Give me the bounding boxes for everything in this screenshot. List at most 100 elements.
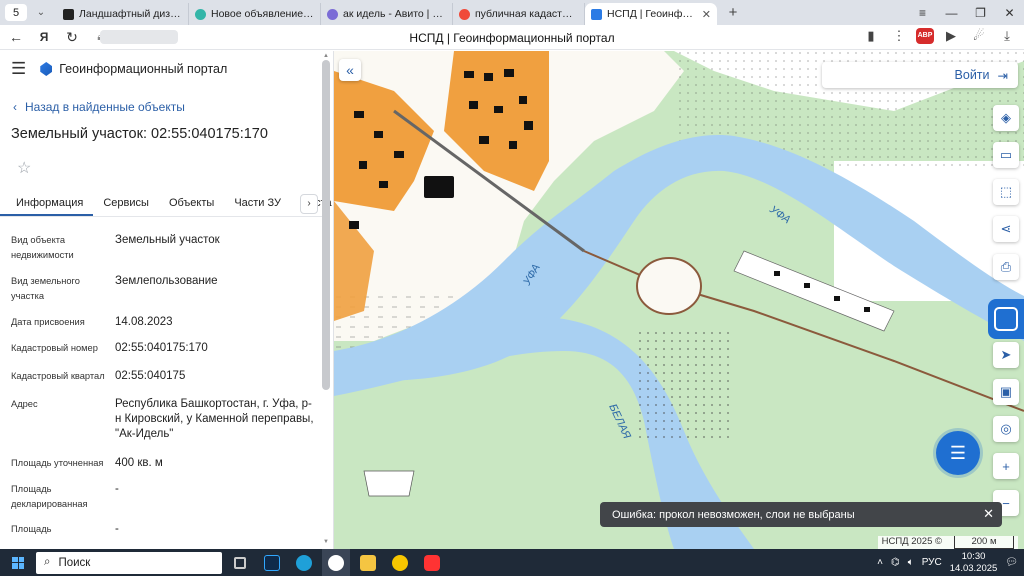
scroll-up-icon[interactable]: ▲ xyxy=(323,53,329,59)
close-toast-icon[interactable]: ✕ xyxy=(983,506,994,522)
browser-tab[interactable]: публичная кадастровая xyxy=(453,3,585,25)
panel-scrollbar[interactable] xyxy=(322,60,330,390)
taskbar-search[interactable]: ⌕ Поиск xyxy=(36,551,222,574)
login-label: Войти xyxy=(954,68,990,82)
map-canvas: УФА УФА БЕЛАЯ xyxy=(334,51,1024,549)
property-key: Площадь xyxy=(11,524,52,534)
yandex-browser-icon[interactable] xyxy=(322,549,350,576)
minimap-icon[interactable]: ▣ xyxy=(993,379,1019,405)
zoom-in-icon[interactable]: + xyxy=(993,453,1019,479)
tab-services[interactable]: Сервисы xyxy=(93,191,159,216)
windows-start-icon[interactable] xyxy=(12,556,24,569)
browser-tab[interactable]: ак идель - Авито | Объяв xyxy=(321,3,453,25)
scale-bar: 200 м xyxy=(954,536,1014,549)
select-area-icon[interactable]: ⬚ xyxy=(993,179,1019,205)
roundabout xyxy=(636,257,702,315)
geolocation-icon[interactable]: ◎ xyxy=(993,416,1019,442)
layers-icon[interactable]: ◈ xyxy=(993,105,1019,131)
tab-parts[interactable]: Части ЗУ xyxy=(224,191,291,216)
close-window-icon[interactable]: ✕ xyxy=(995,6,1024,20)
object-info-panel: ☰ Геоинформационный портал ‹ Назад в най… xyxy=(0,51,334,549)
scroll-down-icon[interactable]: ▼ xyxy=(323,539,329,545)
tab-list-dropdown-icon[interactable]: ⌄ xyxy=(33,7,49,18)
property-key: Кадастровый номер xyxy=(11,343,98,353)
property-row: Вид земельного участка Землепользование xyxy=(11,274,317,304)
collapse-panel-icon[interactable]: « xyxy=(339,59,361,81)
hamburger-menu-icon[interactable]: ☰ xyxy=(11,59,26,79)
locate-icon[interactable]: ➤ xyxy=(993,342,1019,368)
close-tab-icon[interactable]: ✕ xyxy=(702,8,711,21)
media-icon[interactable]: ▶ xyxy=(940,28,962,44)
ruler-icon[interactable]: ▭ xyxy=(993,142,1019,168)
copyright-text: НСПД 2025 © xyxy=(881,536,942,547)
portal-logo-icon xyxy=(40,62,53,76)
tab-objects[interactable]: Объекты xyxy=(159,191,224,216)
panel-header: ☰ Геоинформационный портал xyxy=(0,51,333,87)
property-key: Дата присвоения xyxy=(11,317,85,327)
tab-info[interactable]: Информация xyxy=(0,191,94,216)
tray-chevron-icon[interactable]: ˄ xyxy=(877,557,883,568)
map-attribution: НСПД 2025 © 200 м xyxy=(877,536,1018,549)
browser-tab-active[interactable]: НСПД | Геоинформаци ✕ xyxy=(585,3,717,25)
download-icon[interactable]: ⤓ xyxy=(996,28,1018,44)
file-explorer-icon[interactable] xyxy=(354,549,382,576)
garden-plots xyxy=(639,331,729,441)
tab-favicon xyxy=(195,8,206,20)
restore-icon[interactable]: ❐ xyxy=(966,6,995,20)
beeline-icon[interactable] xyxy=(386,549,414,576)
tab-count-button[interactable]: 5 xyxy=(5,4,27,21)
back-to-results-link[interactable]: ‹ Назад в найденные объекты xyxy=(13,100,333,114)
tab-label: НСПД | Геоинформаци xyxy=(607,8,697,20)
new-tab-icon[interactable]: + xyxy=(723,4,743,21)
login-button[interactable]: Войти ⇥ xyxy=(822,62,1018,88)
property-value: Земельный участок xyxy=(115,234,220,246)
property-key: Кадастровый квартал xyxy=(11,371,105,381)
edge-icon[interactable] xyxy=(290,549,318,576)
browser-tab[interactable]: Новое объявление — Об xyxy=(189,3,321,25)
property-value: 400 кв. м xyxy=(115,457,163,469)
property-value: 14.08.2023 xyxy=(115,316,173,328)
language-indicator[interactable]: РУС xyxy=(922,557,942,568)
notifications-icon[interactable]: 💬︎ xyxy=(1005,557,1018,568)
property-row: Вид объекта недвижимости Земельный участ… xyxy=(11,233,317,263)
favorite-star-icon[interactable]: ☆ xyxy=(17,158,333,178)
task-view-icon[interactable] xyxy=(226,549,254,576)
property-row: Кадастровый квартал 02:55:040175 xyxy=(11,369,317,384)
clock-time: 10:30 xyxy=(961,550,986,562)
chat-icon[interactable]: ☰ xyxy=(936,431,980,475)
assistant-tab[interactable] xyxy=(988,299,1024,339)
error-toast: Ошибка: прокол невозможен, слои не выбра… xyxy=(600,502,1002,527)
property-row: Адрес Республика Башкортостан, г. Уфа, р… xyxy=(11,397,317,442)
tab-label: Новое объявление — Об xyxy=(211,8,314,20)
clock[interactable]: 10:30 14.03.2025 xyxy=(950,551,998,575)
tab-label: публичная кадастровая xyxy=(475,8,578,20)
window-menu-icon[interactable]: ≡ xyxy=(908,6,937,20)
print-icon[interactable]: ⎙ xyxy=(993,254,1019,280)
property-row: Площадь декларированная - xyxy=(11,482,317,512)
object-tabs: Информация Сервисы Объекты Части ЗУ Сост… xyxy=(0,191,332,217)
system-tray: ˄ ⌬ 🔈︎ РУС 10:30 14.03.2025 💬︎ xyxy=(877,549,1018,576)
volume-icon[interactable]: 🔈︎ xyxy=(908,557,914,568)
property-key: Вид объекта недвижимости xyxy=(11,235,74,260)
property-value: Республика Башкортостан, г. Уфа, р-н Кир… xyxy=(115,398,314,440)
error-message: Ошибка: прокол невозможен, слои не выбра… xyxy=(612,508,855,521)
property-row: Кадастровый номер 02:55:040175:170 xyxy=(11,341,317,356)
tab-favicon xyxy=(63,8,74,20)
portal-brand[interactable]: Геоинформационный портал xyxy=(40,62,227,76)
yandex-icon[interactable] xyxy=(418,549,446,576)
more-icon[interactable]: ⋮ xyxy=(888,28,910,44)
map-view[interactable]: УФА УФА БЕЛАЯ « Войти ⇥ ◈ ▭ ⬚ ⋖ ⎙ ➤ ▣ ◎ … xyxy=(334,51,1024,549)
network-icon[interactable]: ⌬ xyxy=(891,557,900,568)
back-link-label: Назад в найденные объекты xyxy=(25,100,185,114)
adblock-icon[interactable]: ABP xyxy=(916,28,934,44)
property-key: Площадь уточненная xyxy=(11,458,104,468)
tab-favicon xyxy=(459,8,470,20)
minimize-icon[interactable]: — xyxy=(937,6,966,20)
photoshop-icon[interactable] xyxy=(258,549,286,576)
extension-icon[interactable]: ☄ xyxy=(968,28,990,44)
search-placeholder: Поиск xyxy=(58,556,91,569)
share-icon[interactable]: ⋖ xyxy=(993,216,1019,242)
browser-tab[interactable]: Ландшафтный дизайн | О xyxy=(57,3,189,25)
bookmark-icon[interactable]: ▮ xyxy=(860,28,882,44)
tabs-scroll-right-icon[interactable]: › xyxy=(300,194,318,214)
